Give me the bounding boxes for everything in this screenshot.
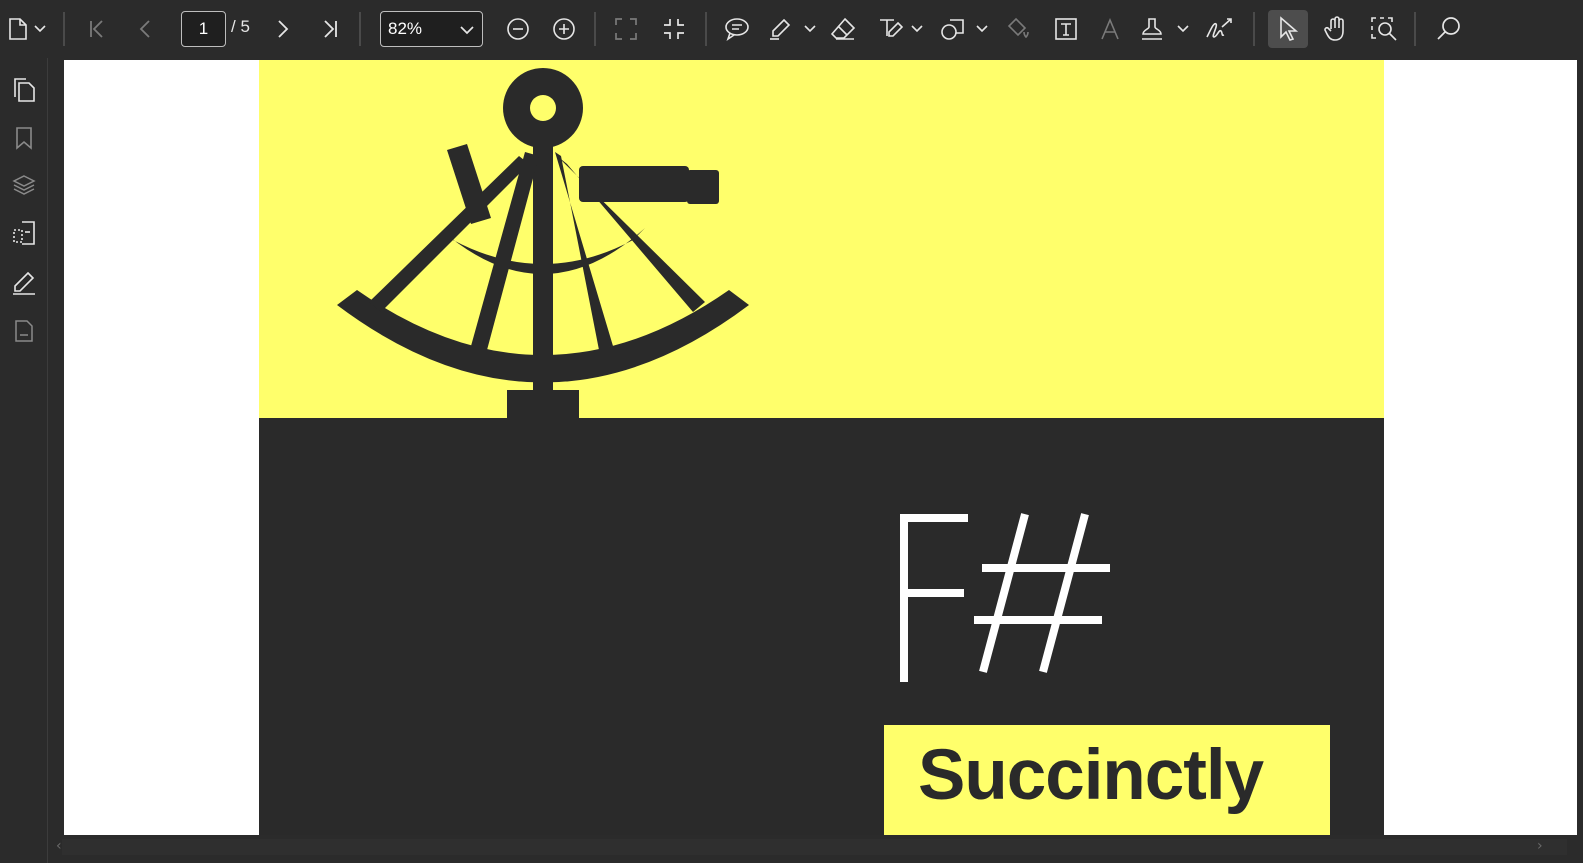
file-menu-icon[interactable] <box>4 0 32 58</box>
page-number-input[interactable]: 1 <box>181 11 226 47</box>
annotations-icon[interactable] <box>0 263 48 303</box>
highlight-icon[interactable] <box>766 0 794 58</box>
horizontal-scrollbar[interactable]: ‹ › <box>48 835 1583 863</box>
stamp-icon[interactable] <box>1137 0 1167 58</box>
toolbar-divider <box>1253 12 1255 46</box>
select-tool-icon[interactable] <box>1274 0 1302 58</box>
text-box-icon[interactable] <box>1051 0 1081 58</box>
zoom-value: 82% <box>388 19 423 38</box>
main-toolbar: 1 / 5 82% <box>0 0 1583 58</box>
fill-icon[interactable] <box>1004 0 1034 58</box>
toolbar-divider <box>705 12 707 46</box>
bookmark-icon[interactable] <box>0 118 48 158</box>
page-total-label: / 5 <box>231 17 250 36</box>
scrollbar-track[interactable] <box>62 839 1567 855</box>
marquee-zoom-icon[interactable] <box>1369 0 1399 58</box>
toolbar-divider <box>63 12 65 46</box>
sextant-logo-icon <box>337 68 749 418</box>
layers-icon[interactable] <box>0 165 48 205</box>
search-icon[interactable] <box>1434 0 1464 58</box>
left-sidebar <box>0 58 48 863</box>
fit-page-icon[interactable] <box>612 0 640 58</box>
previous-page-icon[interactable] <box>132 0 158 58</box>
succinctly-badge: Succinctly <box>884 725 1330 835</box>
shape-chevron-down-icon[interactable] <box>976 0 988 58</box>
comment-icon[interactable] <box>722 0 752 58</box>
document-viewport[interactable]: F# Succinctly <box>64 60 1577 835</box>
toolbar-divider <box>594 12 596 46</box>
toolbar-divider <box>1414 12 1416 46</box>
book-cover-page: F# Succinctly <box>259 60 1384 835</box>
page-organize-icon[interactable] <box>0 213 48 253</box>
signature-icon[interactable] <box>1204 0 1234 58</box>
collapse-icon[interactable] <box>660 0 688 58</box>
shape-icon[interactable] <box>938 0 968 58</box>
cover-subtitle: Succinctly <box>918 736 1264 815</box>
viewport-edge <box>1577 60 1583 835</box>
fsharp-title-art <box>900 513 1110 682</box>
stamp-chevron-down-icon[interactable] <box>1177 0 1189 58</box>
attachments-icon[interactable] <box>0 311 48 351</box>
scroll-right-icon[interactable]: › <box>1537 838 1543 854</box>
first-page-icon[interactable] <box>84 0 110 58</box>
eraser-icon[interactable] <box>828 0 858 58</box>
file-menu-chevron-down-icon[interactable] <box>34 0 46 58</box>
last-page-icon[interactable] <box>317 0 343 58</box>
highlight-chevron-down-icon[interactable] <box>804 0 816 58</box>
toolbar-divider <box>359 12 361 46</box>
text-markup-chevron-down-icon[interactable] <box>911 0 923 58</box>
hand-tool-icon[interactable] <box>1322 0 1350 58</box>
pages-thumbnail-icon[interactable] <box>0 70 48 110</box>
text-markup-icon[interactable] <box>877 0 905 58</box>
chevron-down-icon <box>460 22 474 42</box>
zoom-in-icon[interactable] <box>550 0 578 58</box>
zoom-out-icon[interactable] <box>504 0 532 58</box>
next-page-icon[interactable] <box>270 0 296 58</box>
zoom-select[interactable]: 82% <box>380 11 483 47</box>
scroll-left-icon[interactable]: ‹ <box>56 838 62 854</box>
font-icon[interactable] <box>1097 0 1123 58</box>
